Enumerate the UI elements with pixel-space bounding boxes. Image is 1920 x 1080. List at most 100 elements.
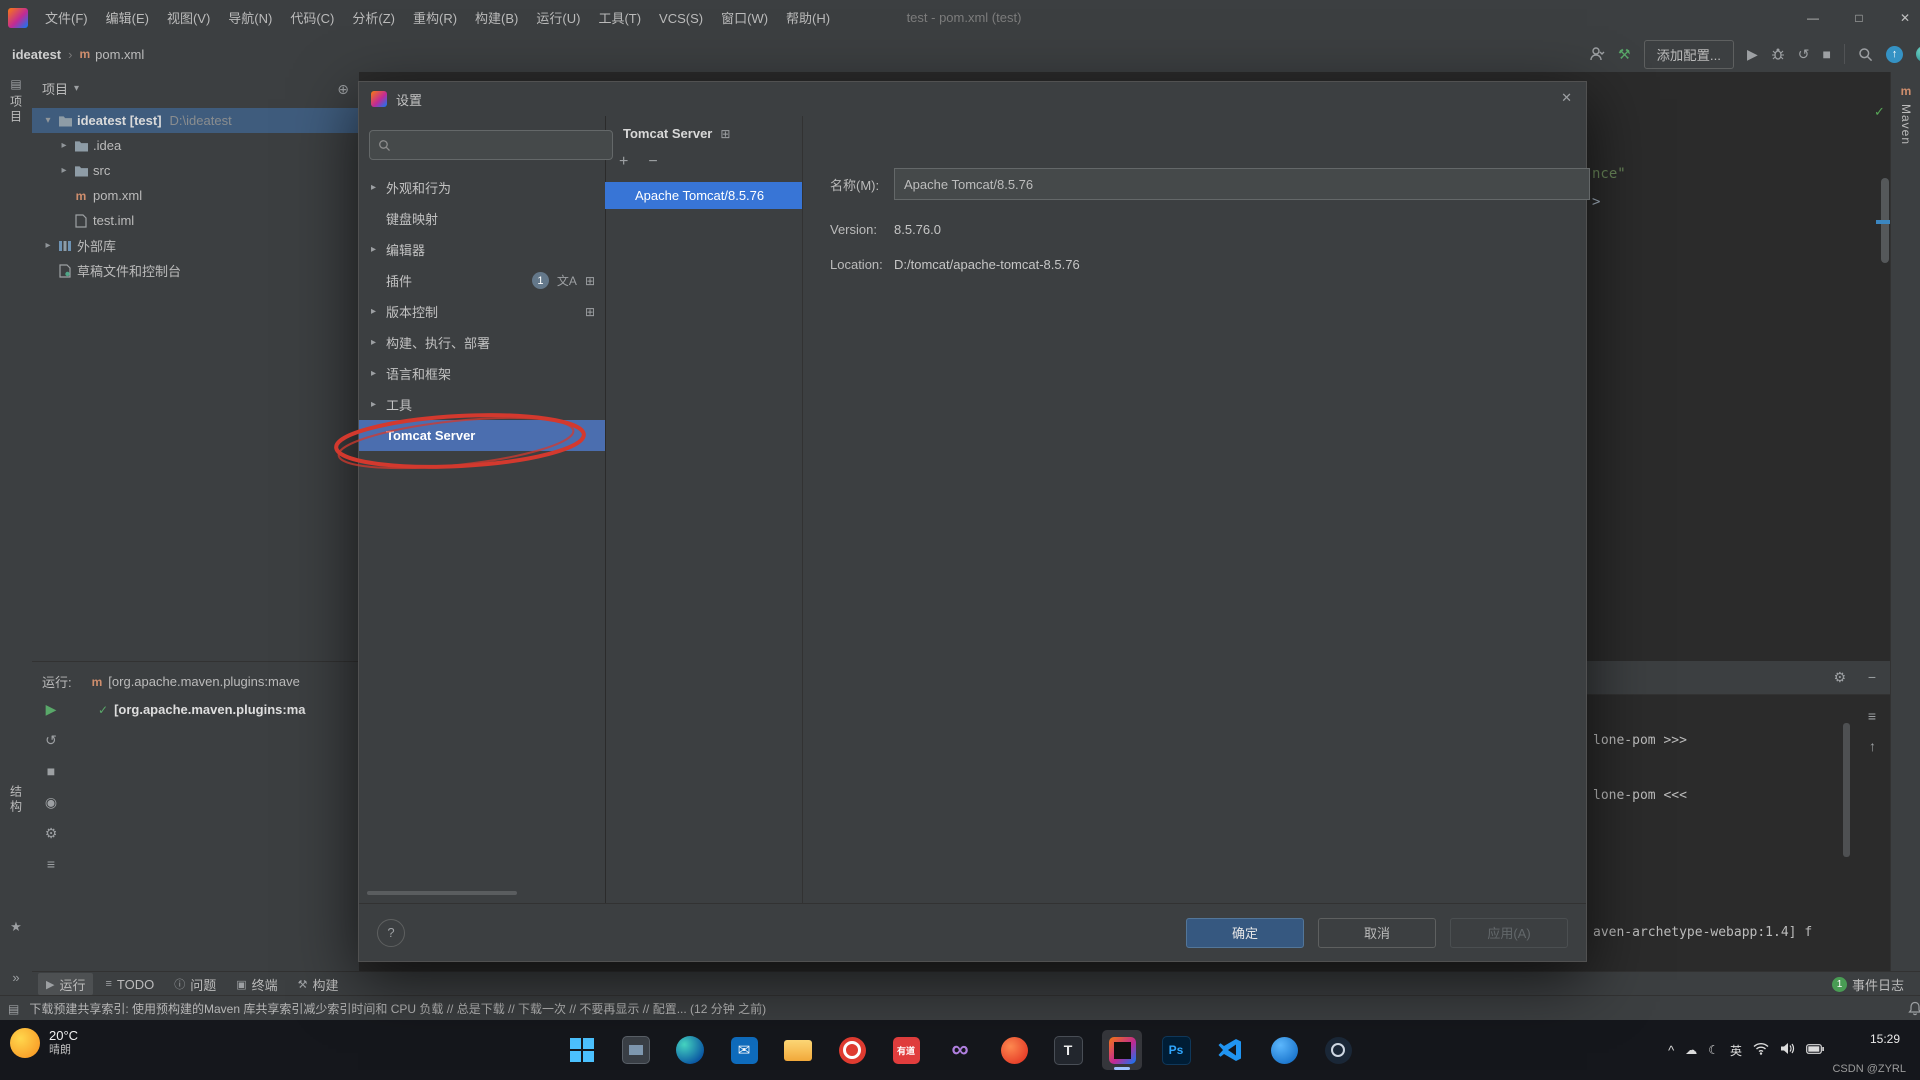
tray-language-indicator[interactable]: 英 — [1730, 1042, 1742, 1059]
tree-row-scratches[interactable]: 草稿文件和控制台 — [32, 258, 359, 283]
start-button[interactable] — [562, 1030, 602, 1070]
menu-refactor[interactable]: 重构(R) — [404, 1, 466, 36]
inspections-ok-icon[interactable]: ✓ — [1874, 104, 1885, 120]
favorites-tool-tab[interactable]: ★ — [0, 919, 32, 935]
breadcrumb-file[interactable]: pom.xml — [95, 47, 144, 62]
console-scrollbar[interactable] — [1843, 723, 1850, 857]
menu-view[interactable]: 视图(V) — [158, 1, 219, 36]
project-tool-tab[interactable]: ▤ 项目 — [0, 78, 32, 125]
structure-tool-tab[interactable]: 结构 — [0, 785, 32, 815]
run-configuration-text[interactable]: [org.apache.maven.plugins:mave — [108, 674, 300, 689]
ok-button[interactable]: 确定 — [1186, 918, 1304, 948]
debug-bug-icon[interactable] — [1771, 47, 1785, 61]
run-settings-icon[interactable]: ⚙ — [45, 826, 58, 840]
breadcrumb-project[interactable]: ideatest — [12, 47, 61, 62]
run-result-text[interactable]: [org.apache.maven.plugins:ma — [114, 702, 305, 717]
notifications-bell-icon[interactable] — [1908, 1001, 1920, 1016]
tomcat-list-item[interactable]: Apache Tomcat/8.5.76 — [605, 182, 802, 209]
user-profile-icon[interactable] — [1589, 46, 1605, 62]
chevron-right-icon[interactable]: ▸ — [371, 182, 386, 193]
event-log-button[interactable]: 1 事件日志 — [1824, 973, 1912, 995]
chevron-right-icon[interactable]: ▸ — [40, 240, 56, 251]
ide-update-icon[interactable]: ↑ — [1886, 46, 1903, 63]
apply-button[interactable]: 应用(A) — [1450, 918, 1568, 948]
wifi-icon[interactable] — [1753, 1042, 1769, 1058]
menu-code[interactable]: 代码(C) — [281, 1, 343, 36]
chevron-right-icon[interactable]: ▸ — [371, 306, 386, 317]
remove-icon[interactable]: − — [648, 154, 657, 170]
help-button[interactable]: ? — [377, 919, 405, 947]
settings-item-editor[interactable]: ▸ 编辑器 — [359, 234, 605, 265]
tab-run[interactable]: ▶ 运行 — [38, 973, 93, 995]
add-configuration-button[interactable]: 添加配置... — [1644, 40, 1734, 69]
console-settings-icon[interactable]: ⚙ — [1833, 670, 1846, 684]
chevron-right-icon[interactable]: ▸ — [371, 399, 386, 410]
stop-icon[interactable]: ■ — [47, 764, 55, 778]
build-wrench-icon[interactable]: ⚒ — [1618, 47, 1631, 61]
rerun-icon[interactable]: ▶ — [46, 702, 57, 716]
tree-row-project-root[interactable]: ▾ ideatest [test] D:\ideatest — [32, 108, 359, 133]
maven-tool-tab[interactable]: m Maven — [1891, 84, 1920, 145]
dialog-close-icon[interactable]: ✕ — [1561, 91, 1572, 104]
soft-wrap-icon[interactable]: ≡ — [1868, 709, 1876, 723]
rerun-failed-icon[interactable]: ↺ — [45, 733, 57, 747]
chevron-right-icon[interactable]: ▸ — [56, 140, 72, 151]
tree-row-test-iml[interactable]: test.iml — [32, 208, 359, 233]
weather-widget[interactable]: 20°C 晴朗 — [10, 1028, 78, 1058]
menu-vcs[interactable]: VCS(S) — [650, 1, 712, 36]
name-input[interactable]: Apache Tomcat/8.5.76 — [894, 168, 1590, 200]
edge-icon[interactable] — [670, 1030, 710, 1070]
battery-icon[interactable] — [1806, 1043, 1824, 1057]
filter-icon[interactable]: ◉ — [45, 795, 57, 809]
horizontal-scrollbar[interactable] — [367, 891, 517, 895]
run-icon[interactable]: ▶ — [1747, 47, 1758, 61]
visual-studio-icon[interactable]: ∞ — [940, 1030, 980, 1070]
settings-item-keymap[interactable]: 键盘映射 — [359, 203, 605, 234]
chevron-right-icon[interactable]: ▸ — [56, 165, 72, 176]
chevron-down-icon[interactable]: ▾ — [40, 115, 56, 126]
locate-file-icon[interactable]: ⊕ — [337, 82, 349, 96]
stop-icon[interactable]: ■ — [1823, 47, 1831, 61]
volume-icon[interactable] — [1780, 1042, 1795, 1058]
tab-terminal[interactable]: ▣ 终端 — [228, 973, 285, 995]
settings-item-tools[interactable]: ▸ 工具 — [359, 389, 605, 420]
menu-help[interactable]: 帮助(H) — [777, 1, 839, 36]
file-explorer-icon[interactable] — [778, 1030, 818, 1070]
tool-windows-icon[interactable]: ▤ — [8, 1003, 19, 1015]
chevron-right-icon[interactable]: ▸ — [371, 368, 386, 379]
tree-row-idea-folder[interactable]: ▸ .idea — [32, 133, 359, 158]
flame-app-icon[interactable] — [994, 1030, 1034, 1070]
mail-icon[interactable]: ✉ — [724, 1030, 764, 1070]
blue-circle-app-icon[interactable] — [1264, 1030, 1304, 1070]
typora-icon[interactable]: T — [1048, 1030, 1088, 1070]
menu-analyze[interactable]: 分析(Z) — [343, 1, 404, 36]
tab-todo[interactable]: ≡ TODO — [97, 973, 162, 995]
menu-window[interactable]: 窗口(W) — [712, 1, 777, 36]
clock[interactable]: 15:29 — [1870, 1032, 1900, 1046]
chevron-right-icon[interactable]: ▸ — [371, 337, 386, 348]
red-circle-app-icon[interactable] — [832, 1030, 872, 1070]
settings-item-plugins[interactable]: 插件 1 文A ⊞ — [359, 265, 605, 296]
rerun-coverage-icon[interactable]: ↺ — [1798, 47, 1810, 61]
tab-build[interactable]: ⚒ 构建 — [290, 973, 347, 995]
tree-row-pom-xml[interactable]: m pom.xml — [32, 183, 359, 208]
project-panel-header[interactable]: 项目 ▾ ⊕ — [32, 72, 359, 105]
code-with-me-icon[interactable] — [1916, 46, 1920, 62]
collapse-all-icon[interactable]: ≡ — [47, 857, 55, 871]
minimize-panel-icon[interactable]: − — [1868, 670, 1876, 684]
menu-tools[interactable]: 工具(T) — [589, 1, 650, 36]
tray-expand-icon[interactable]: ^ — [1668, 1043, 1674, 1058]
menu-edit[interactable]: 编辑(E) — [97, 1, 158, 36]
tray-moon-icon[interactable]: ☾ — [1708, 1043, 1719, 1057]
intellij-idea-icon[interactable] — [1102, 1030, 1142, 1070]
minimize-button[interactable]: — — [1790, 0, 1836, 36]
search-everywhere-icon[interactable] — [1858, 47, 1873, 62]
description-icon[interactable]: ⊞ — [720, 128, 730, 140]
settings-item-tomcat-server[interactable]: Tomcat Server — [359, 420, 605, 451]
youdao-icon[interactable]: 有道 — [886, 1030, 926, 1070]
vscode-icon[interactable] — [1210, 1030, 1250, 1070]
settings-item-build-execution[interactable]: ▸ 构建、执行、部署 — [359, 327, 605, 358]
task-view-icon[interactable] — [616, 1030, 656, 1070]
add-icon[interactable]: + — [619, 154, 628, 170]
settings-item-appearance[interactable]: ▸ 外观和行为 — [359, 172, 605, 203]
